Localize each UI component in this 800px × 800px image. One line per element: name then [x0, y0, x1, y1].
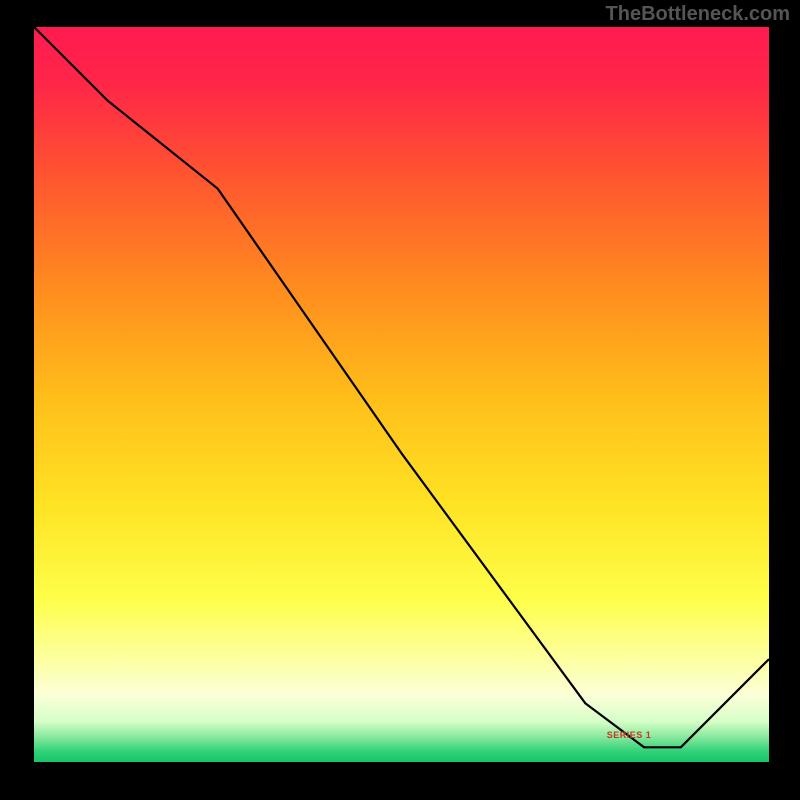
chart-frame: TheBottleneck.com SERIES 1 [0, 0, 800, 800]
series-label: SERIES 1 [607, 730, 652, 740]
gradient-background [34, 27, 769, 762]
watermark-text: TheBottleneck.com [606, 3, 790, 26]
plot-area: SERIES 1 [34, 27, 769, 762]
chart-svg [34, 27, 769, 762]
